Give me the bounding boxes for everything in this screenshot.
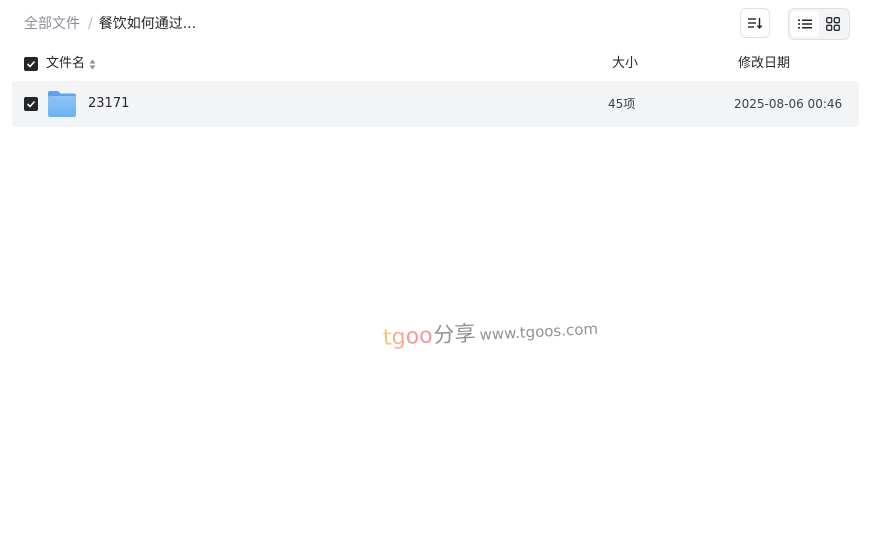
checkmark-icon <box>26 100 36 108</box>
column-header-name-label: 文件名 <box>46 56 86 71</box>
breadcrumb-separator: / <box>88 16 93 32</box>
column-header-name[interactable]: 文件名 <box>46 56 96 72</box>
list-view-button[interactable] <box>791 11 819 37</box>
file-modified-date: 2025-08-06 00:46 <box>734 97 843 111</box>
select-all-checkbox[interactable] <box>24 57 38 71</box>
list-view-icon <box>798 19 812 29</box>
watermark-chinese-text: 分享 <box>432 321 477 348</box>
folder-icon <box>48 91 76 117</box>
checkmark-icon <box>26 60 36 68</box>
sort-toggle-icon[interactable] <box>89 59 96 70</box>
watermark: tgoo 分享 www.tgoos.com <box>382 311 598 352</box>
row-checkbox[interactable] <box>24 97 38 111</box>
column-header-modified[interactable]: 修改日期 <box>738 56 790 72</box>
file-browser-page: 全部文件 / 餐饮如何通过... 文件名 大小 修改日期 23171 45项 2… <box>0 0 874 538</box>
breadcrumb-root-link[interactable]: 全部文件 <box>24 14 80 34</box>
breadcrumb: 全部文件 / 餐饮如何通过... <box>24 14 196 34</box>
grid-view-button[interactable] <box>819 11 847 37</box>
grid-view-icon <box>826 17 840 31</box>
table-row[interactable]: 23171 45项 2025-08-06 00:46 <box>12 81 859 127</box>
watermark-url: www.tgoos.com <box>479 319 599 344</box>
sort-descending-icon <box>748 18 763 30</box>
column-header-size[interactable]: 大小 <box>612 56 638 72</box>
sort-button[interactable] <box>740 8 770 38</box>
watermark-brand: tgoo <box>382 323 434 351</box>
file-name[interactable]: 23171 <box>88 96 129 112</box>
view-mode-switch <box>788 8 850 40</box>
file-size: 45项 <box>608 97 636 111</box>
breadcrumb-current-folder: 餐饮如何通过... <box>98 16 197 32</box>
